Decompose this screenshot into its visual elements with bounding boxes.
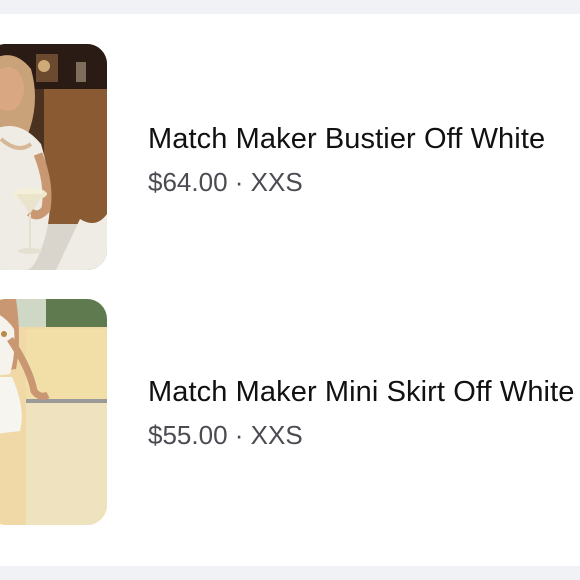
item-title[interactable]: Match Maker Mini Skirt Off White	[148, 376, 574, 409]
product-image-mini-skirt[interactable]	[0, 299, 107, 525]
item-size: XXS	[250, 167, 303, 197]
item-meta: $64.00 · XXS	[148, 167, 303, 198]
order-items-card: Match Maker Bustier Off White $64.00 · X…	[0, 14, 580, 566]
item-separator: ·	[234, 420, 244, 450]
product-image-bustier[interactable]	[0, 44, 107, 270]
item-size: XXS	[250, 420, 303, 450]
item-price: $64.00	[148, 167, 228, 197]
item-price: $55.00	[148, 420, 228, 450]
list-item[interactable]: Match Maker Mini Skirt Off White $55.00 …	[0, 299, 580, 525]
list-item[interactable]: Match Maker Bustier Off White $64.00 · X…	[0, 44, 580, 270]
item-title[interactable]: Match Maker Bustier Off White	[148, 123, 545, 156]
item-meta: $55.00 · XXS	[148, 420, 303, 451]
item-separator: ·	[234, 167, 244, 197]
